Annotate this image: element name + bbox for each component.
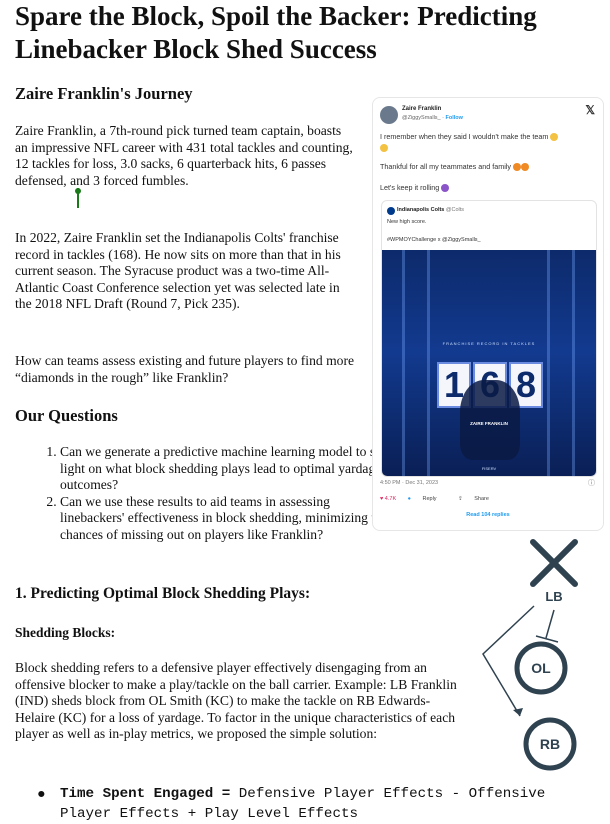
journey-heading: Zaire Franklin's Journey [15,84,193,103]
crying-emoji-icon [380,144,388,153]
tweet-author-name[interactable]: Zaire Franklin [402,106,441,112]
read-replies-link[interactable]: Read 104 replies [373,512,603,518]
poster-caption: FRANCHISE RECORD IN TACKLES [442,341,536,346]
rb-label: RB [540,736,560,752]
bullet-dot: ● [37,786,46,802]
questions-heading: Our Questions [15,406,118,425]
reply-icon: ● [407,496,411,502]
equation-bullet: ● Time Spent Engaged = Defensive Player … [37,784,597,824]
follow-link[interactable]: Follow [446,115,463,121]
quoted-author: Indianapolis Colts @Colts [397,207,465,213]
tweet-actions: ♥ 4.7K ● Reply ⇪ Share [380,496,509,502]
embedded-tweet[interactable]: Zaire Franklin @ZiggySmalls_ · Follow 𝕏 … [372,97,604,531]
quoted-tweet[interactable]: Indianapolis Colts @Colts New high score… [381,200,597,477]
question-item: Can we use these results to aid teams in… [60,494,395,544]
lb-label: LB [545,589,562,604]
reply-button[interactable]: ● Reply [408,496,447,502]
poster-player-name: ZAIRE FRANKLIN [470,421,508,426]
journey-para-3: How can teams assess existing and future… [15,353,355,385]
fire-emoji-icon [513,163,522,172]
ol-label: OL [531,660,551,676]
shedding-para: Block shedding refers to a defensive pla… [15,660,457,741]
x-logo-icon[interactable]: 𝕏 [585,103,595,117]
poster-sponsor-logo: FISERV [481,466,497,471]
page-title: Spare the Block, Spoil the Backer: Predi… [15,1,537,64]
tweet-timestamp[interactable]: 4:50 PM · Dec 31, 2023 [380,480,438,486]
section-1-heading: 1. Predicting Optimal Block Shedding Pla… [15,585,311,602]
questions-list: Can we generate a predictive machine lea… [15,444,395,543]
fire-emoji-icon [521,163,530,172]
colts-logo-icon [387,207,395,215]
tweet-author-handle: @ZiggySmalls_ · Follow [402,115,463,121]
tweet-text-line-2: Thankful for all my teammates and family [380,162,530,172]
avatar[interactable] [380,106,398,124]
text-cursor [75,188,81,208]
record-poster-image[interactable]: FRANCHISE RECORD IN TACKLES 1 6 8 ZAIRE … [382,250,596,476]
info-icon[interactable]: ⓘ [588,478,595,488]
share-button[interactable]: ⇪ Share [458,496,499,502]
question-item: Can we generate a predictive machine lea… [60,444,395,494]
player-figure [460,380,520,460]
devil-emoji-icon [441,184,450,193]
journey-para-2: In 2022, Zaire Franklin set the Indianap… [15,230,341,311]
quoted-text-2: #WPMOYChallenge x @ZiggySmalls_ [387,237,481,243]
quoted-text-1: New high score. [387,219,427,225]
shedding-subheading: Shedding Blocks: [15,625,116,640]
journey-para-1: Zaire Franklin, a 7th-round pick turned … [15,123,353,188]
like-button[interactable]: ♥ 4.7K [380,496,396,502]
lb-x-marker [530,539,578,587]
block-path [535,609,559,643]
equation-lhs: Time Spent Engaged = [60,786,231,802]
share-icon: ⇪ [458,496,463,502]
crying-emoji-icon [550,133,559,142]
tweet-text-line-3: Let's keep it rolling [380,183,450,193]
block-shed-diagram: LB OL RB [482,539,578,771]
tweet-text-line-1: I remember when they said I wouldn't mak… [380,131,595,153]
